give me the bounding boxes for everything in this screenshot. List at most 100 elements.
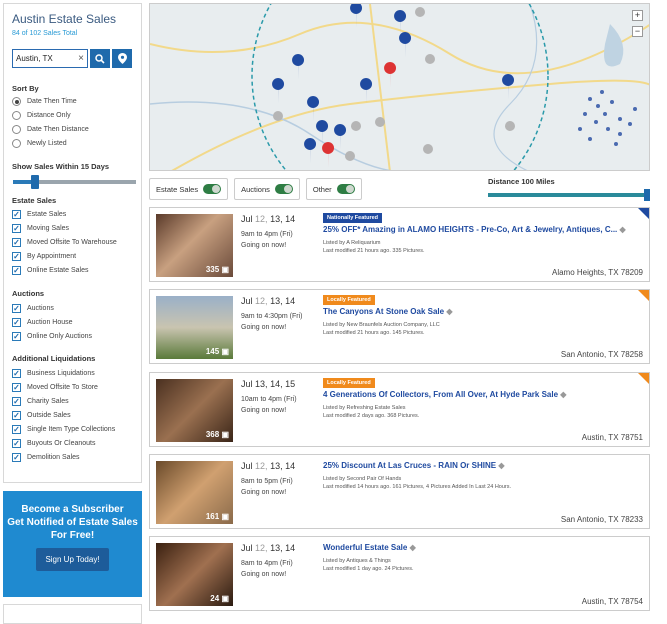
distance-label: Distance 100 Miles (488, 177, 555, 186)
days-slider-handle[interactable] (31, 175, 39, 189)
distance-slider-handle[interactable] (644, 189, 650, 201)
checkbox-checked[interactable]: ✓ (12, 425, 21, 434)
listing-title[interactable]: 25% OFF* Amazing in ALAMO HEIGHTS - Pre-… (323, 225, 626, 234)
location-input[interactable]: Austin, TX × (12, 49, 88, 68)
listing-title[interactable]: The Canyons At Stone Oak Sale ◆ (323, 307, 452, 316)
filter-checkbox[interactable]: ✓ Online Estate Sales (12, 266, 88, 275)
checkbox-checked[interactable]: ✓ (12, 439, 21, 448)
listing-photo[interactable]: 161 ▣ (156, 461, 233, 524)
sort-option[interactable]: Newly Listed (12, 139, 67, 148)
checkbox-checked[interactable]: ✓ (12, 411, 21, 420)
sort-option-label: Distance Only (27, 112, 71, 119)
auctions-heading: Auctions (12, 289, 45, 298)
listing-photo[interactable]: 335 ▣ (156, 214, 233, 277)
listing-meta: Listed by Second Pair Of Hands Last modif… (323, 476, 512, 490)
auctions-toggle[interactable]: Auctions (234, 178, 300, 200)
listing-card[interactable]: 368 ▣ Jul 13, 14, 15 10am to 4pm (Fri) Go… (149, 372, 650, 447)
checkbox-checked[interactable]: ✓ (12, 266, 21, 275)
checkbox-checked[interactable]: ✓ (12, 224, 21, 233)
sort-option[interactable]: Date Then Distance (12, 125, 89, 134)
sidebar-title: Austin Estate Sales (12, 12, 117, 26)
checkbox-checked[interactable]: ✓ (12, 453, 21, 462)
tag-icon: ◆ (409, 543, 416, 552)
filter-checkbox[interactable]: ✓ Business Liquidations (12, 369, 95, 378)
checkbox-checked[interactable]: ✓ (12, 318, 21, 327)
listing-photo[interactable]: 24 ▣ (156, 543, 233, 606)
filter-label: By Appointment (27, 253, 77, 260)
filter-label: Business Liquidations (27, 370, 95, 377)
map-canvas[interactable] (150, 4, 650, 171)
tag-icon: ◆ (446, 307, 453, 316)
toggle-switch[interactable] (203, 184, 222, 194)
listing-card[interactable]: 24 ▣ Jul 12, 13, 14 8am to 4pm (Fri) Goin… (149, 536, 650, 611)
checkbox-checked[interactable]: ✓ (12, 332, 21, 341)
listing-photo[interactable]: 368 ▣ (156, 379, 233, 442)
checkbox-checked[interactable]: ✓ (12, 369, 21, 378)
listing-meta: Listed by Antiques & Things Last modified… (323, 558, 414, 572)
listing-dates: Jul 12, 13, 14 (241, 214, 296, 224)
listing-card[interactable]: 161 ▣ Jul 12, 13, 14 8am to 5pm (Fri) Goi… (149, 454, 650, 529)
toggle-switch[interactable] (274, 184, 293, 194)
estate-sales-toggle[interactable]: Estate Sales (149, 178, 229, 200)
filter-checkbox[interactable]: ✓ Charity Sales (12, 397, 69, 406)
filter-checkbox[interactable]: ✓ Online Only Auctions (12, 332, 92, 341)
filter-checkbox[interactable]: ✓ Estate Sales (12, 210, 66, 219)
subscribe-promo: Become a Subscriber Get Notified of Esta… (3, 491, 142, 597)
listing-title[interactable]: 25% Discount At Las Cruces - RAIN Or SHI… (323, 461, 504, 470)
checkbox-checked[interactable]: ✓ (12, 397, 21, 406)
zoom-in-button[interactable]: + (632, 10, 643, 21)
listing-photo[interactable]: 145 ▣ (156, 296, 233, 359)
listing-location: Alamo Heights, TX 78209 (551, 268, 643, 277)
checkbox-checked[interactable]: ✓ (12, 383, 21, 392)
checkbox-checked[interactable]: ✓ (12, 252, 21, 261)
toggle-switch[interactable] (336, 184, 355, 194)
listing-meta: Listed by New Braunfels Auction Company,… (323, 322, 440, 336)
listing-location: Austin, TX 78754 (581, 597, 643, 606)
filter-checkbox[interactable]: ✓ Moved Offsite To Warehouse (12, 238, 117, 247)
sort-heading: Sort By (12, 84, 39, 93)
filter-checkbox[interactable]: ✓ By Appointment (12, 252, 76, 261)
clear-icon[interactable]: × (78, 53, 84, 64)
listing-time: 10am to 4pm (Fri) Going on now! (241, 396, 297, 414)
camera-icon: ▣ (221, 265, 229, 274)
listing-title[interactable]: 4 Generations Of Collectors, From All Ov… (323, 390, 566, 399)
distance-slider[interactable] (488, 189, 650, 201)
featured-corner (638, 373, 649, 384)
picture-count: 145 ▣ (205, 347, 229, 356)
search-button[interactable] (90, 49, 110, 68)
listing-dates: Jul 13, 14, 15 (241, 379, 296, 389)
promo-line: Get Notified of Estate Sales (7, 517, 138, 528)
listing-card[interactable]: 145 ▣ Jul 12, 13, 14 9am to 4:30pm (Fri)… (149, 289, 650, 364)
filter-checkbox[interactable]: ✓ Auctions (12, 304, 54, 313)
search-row: Austin, TX × (12, 49, 132, 68)
zoom-out-button[interactable]: − (632, 26, 643, 37)
listing-location: San Antonio, TX 78233 (560, 515, 643, 524)
filter-checkbox[interactable]: ✓ Moved Offsite To Store (12, 383, 98, 392)
radio[interactable] (12, 139, 21, 148)
checkbox-checked[interactable]: ✓ (12, 238, 21, 247)
locate-button[interactable] (112, 49, 132, 68)
sort-option[interactable]: Distance Only (12, 111, 71, 120)
filter-checkbox[interactable]: ✓ Buyouts Or Cleanouts (12, 439, 95, 448)
radio[interactable] (12, 125, 21, 134)
filter-checkbox[interactable]: ✓ Moving Sales (12, 224, 69, 233)
listing-card[interactable]: 335 ▣ Jul 12, 13, 14 9am to 4pm (Fri) Goi… (149, 207, 650, 282)
search-icon (95, 53, 105, 64)
sales-map[interactable]: + − (149, 3, 650, 171)
checkbox-checked[interactable]: ✓ (12, 210, 21, 219)
listing-title[interactable]: Wonderful Estate Sale ◆ (323, 543, 416, 552)
days-slider[interactable] (13, 175, 136, 189)
toggle-label: Auctions (241, 184, 270, 194)
checkbox-checked[interactable]: ✓ (12, 304, 21, 313)
radio-selected[interactable] (12, 97, 21, 106)
radio[interactable] (12, 111, 21, 120)
filter-checkbox[interactable]: ✓ Outside Sales (12, 411, 71, 420)
camera-icon: ▣ (221, 430, 229, 439)
sort-option[interactable]: Date Then Time (12, 97, 77, 106)
filter-checkbox[interactable]: ✓ Single Item Type Collections (12, 425, 115, 434)
signup-button[interactable]: Sign Up Today! (36, 548, 109, 571)
filter-checkbox[interactable]: ✓ Auction House (12, 318, 73, 327)
filter-checkbox[interactable]: ✓ Demolition Sales (12, 453, 80, 462)
other-toggle[interactable]: Other (305, 178, 362, 200)
featured-badge: Locally Featured (323, 295, 375, 305)
